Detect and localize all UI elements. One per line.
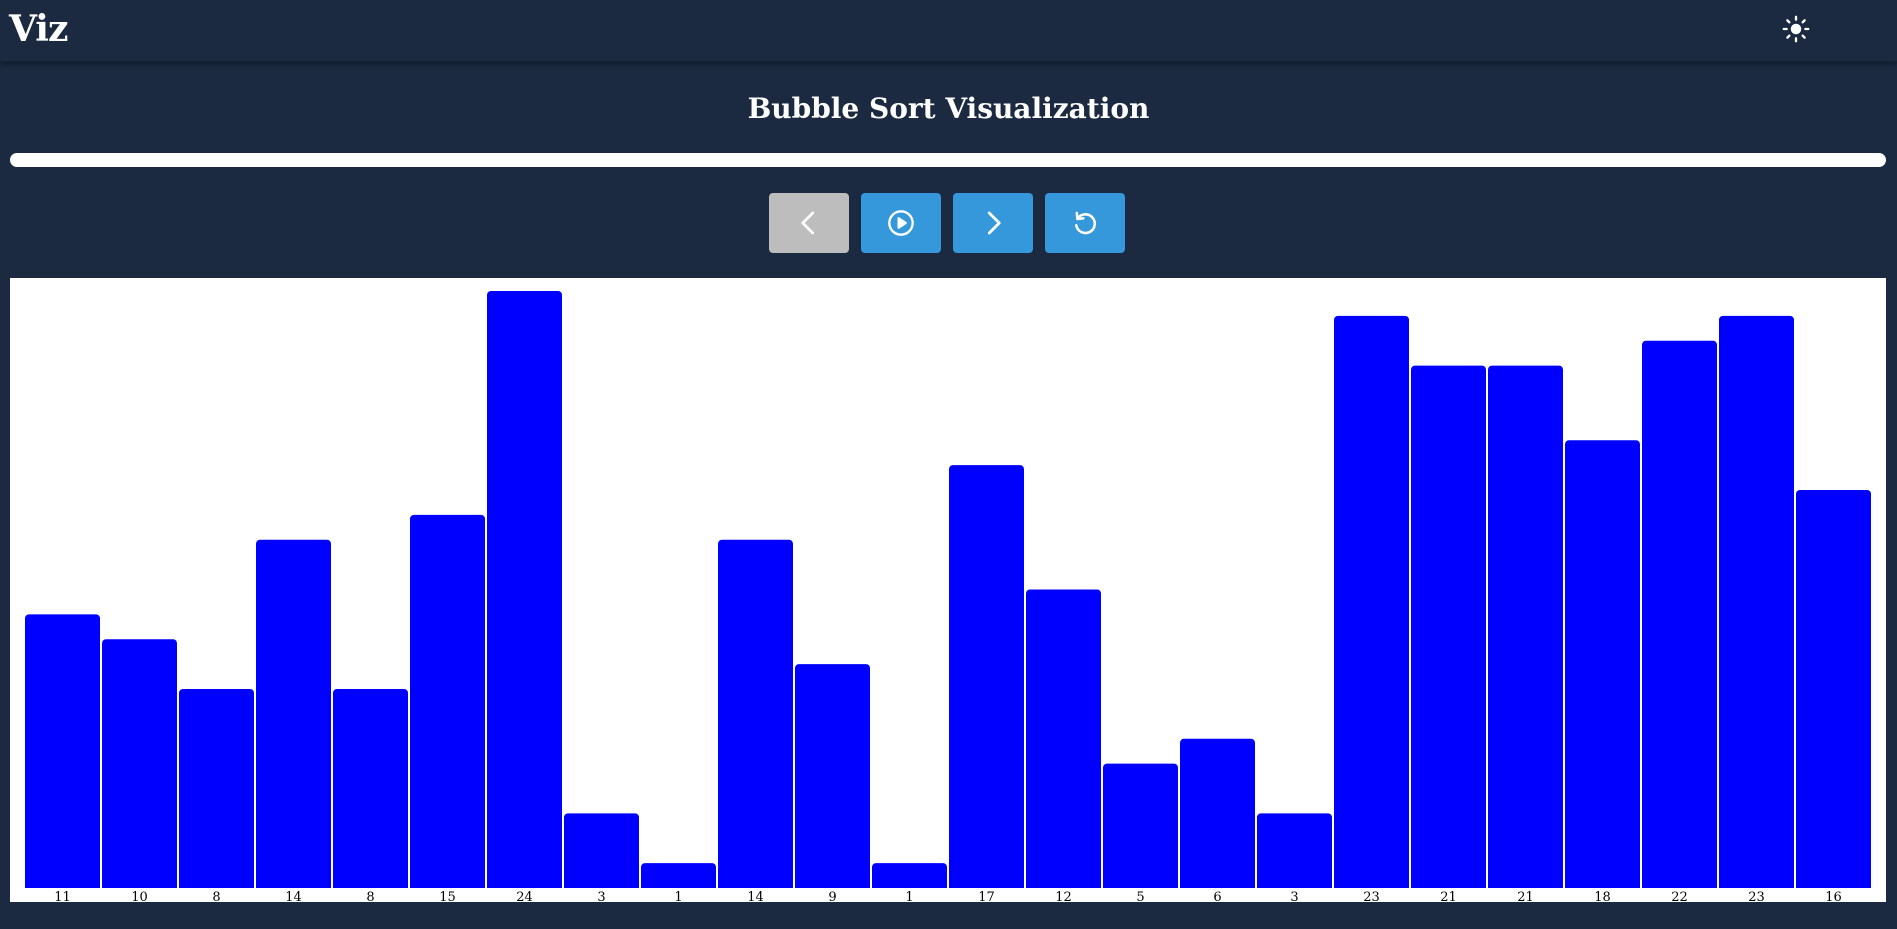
chart-area: 11 10 8 14 8 15 24 3 1 14 9 1 17 12 5 6 3 23 21 21 18 22 23 16 [10,278,1886,902]
app-logo[interactable]: Viz [9,8,68,50]
bar [795,664,870,892]
bar [1334,315,1409,892]
bar-value-label: 14 [747,890,764,902]
bar-base [1334,884,1409,888]
progress-bar [10,153,1886,167]
bar [333,689,408,892]
page-title: Bubble Sort Visualization [747,92,1150,125]
bar-value-label: 22 [1671,890,1688,902]
bar [179,689,254,892]
bar-base [949,884,1024,888]
bar-value-label: 21 [1440,890,1457,902]
bar-base [1565,884,1640,888]
bar [102,639,177,892]
bar [1026,589,1101,892]
bar-base [1103,884,1178,888]
chevron-left-icon [801,211,815,235]
next-step-button[interactable] [953,193,1033,253]
bar-value-label: 12 [1055,890,1072,902]
bar-base [333,884,408,888]
bar-base [1257,884,1332,888]
bar-base [641,884,716,888]
bar-base [1796,884,1871,888]
bar-base [1026,884,1101,888]
bar-value-label: 3 [597,890,605,902]
bar-value-label: 10 [131,890,148,902]
bar [1719,315,1794,892]
bar [1488,365,1563,892]
bar-base [1719,884,1794,888]
bar-base [718,884,793,888]
bar-value-label: 14 [285,890,302,902]
bar [1411,365,1486,892]
playback-controls [769,193,1125,253]
bar-base [179,884,254,888]
bar-value-label: 21 [1517,890,1534,902]
sun-icon [1782,15,1810,43]
bar [25,614,100,892]
play-circle-icon [888,210,914,236]
theme-toggle-button[interactable] [1780,13,1812,45]
bar-base [564,884,639,888]
bar-value-label: 5 [1136,890,1144,902]
bar [256,539,331,892]
play-button[interactable] [861,193,941,253]
bar-base [872,884,947,888]
reset-button[interactable] [1045,193,1125,253]
bar [564,813,639,892]
bar-value-label: 17 [978,890,995,902]
bar-value-label: 16 [1825,890,1842,902]
previous-step-button[interactable] [769,193,849,253]
bar-value-label: 11 [54,890,71,902]
bar [487,291,562,892]
bar-base [487,884,562,888]
bar-base [1642,884,1717,888]
bar-value-label: 1 [905,890,913,902]
rotate-ccw-icon [1074,211,1097,235]
bar-base [1488,884,1563,888]
bar [1565,440,1640,892]
bar [1103,763,1178,892]
bar-value-label: 18 [1594,890,1611,902]
bar-value-label: 6 [1213,890,1221,902]
bar-base [256,884,331,888]
bar-value-label: 3 [1290,890,1298,902]
bar [718,539,793,892]
bar-chart: 11 10 8 14 8 15 24 3 1 14 9 1 17 12 5 6 3 23 21 21 18 22 23 16 [25,291,1871,902]
bar [1642,340,1717,892]
bar-value-label: 8 [366,890,374,902]
bar-value-label: 15 [439,890,456,902]
bar-base [795,884,870,888]
bar-value-label: 9 [828,890,836,902]
bar-base [25,884,100,888]
bar-value-label: 8 [212,890,220,902]
bar-base [1411,884,1486,888]
bar-base [102,884,177,888]
bar-value-label: 24 [516,890,533,902]
top-navbar: Viz [0,0,1897,62]
bar-base [410,884,485,888]
bar [410,514,485,892]
bar [949,465,1024,892]
bar-value-label: 1 [674,890,682,902]
chevron-right-icon [987,211,1001,235]
bar [1180,738,1255,892]
bar-base [1180,884,1255,888]
bar-value-label: 23 [1363,890,1380,902]
bar [1257,813,1332,892]
bar-value-label: 23 [1748,890,1765,902]
bar [1796,490,1871,892]
